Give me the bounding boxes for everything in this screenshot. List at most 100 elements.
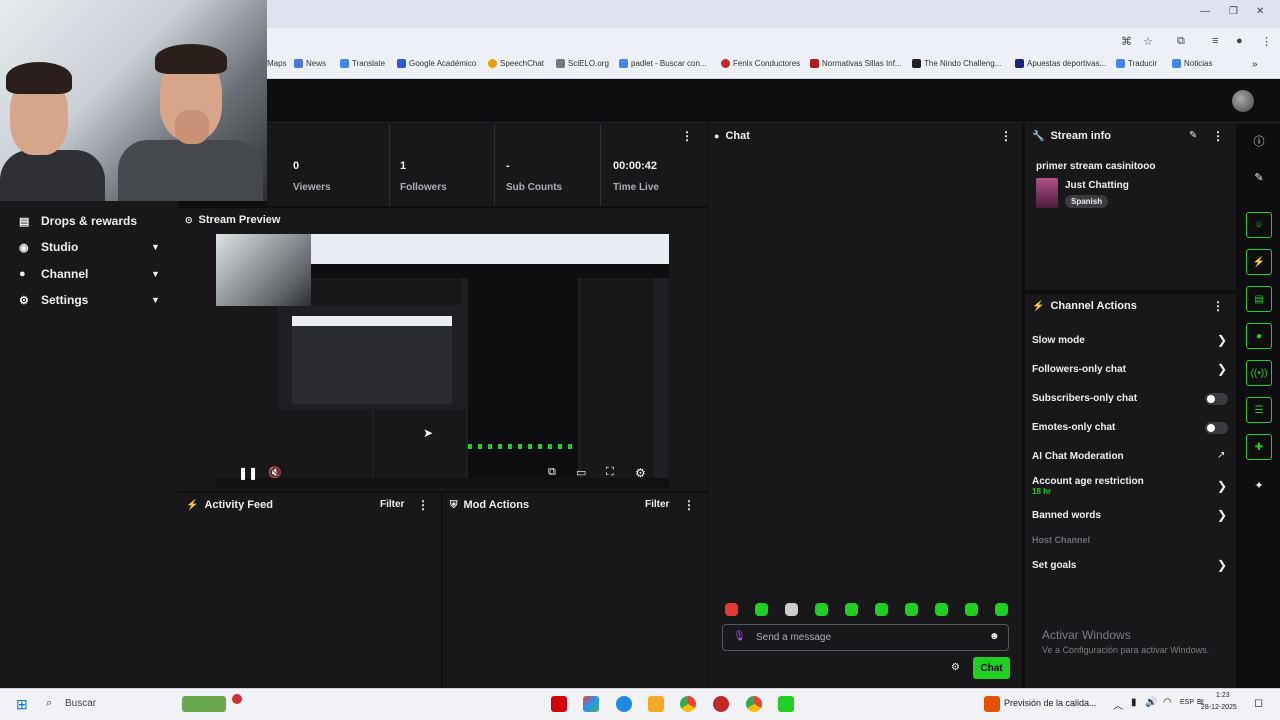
- activity-filter-button[interactable]: Filter: [380, 499, 404, 510]
- add-action-icon[interactable]: ✦: [1246, 472, 1272, 498]
- file-explorer-icon[interactable]: [648, 696, 664, 712]
- subscribers-only-toggle[interactable]: [1205, 393, 1228, 405]
- bookmark-item[interactable]: SciELO.org: [556, 59, 609, 68]
- weather-widget-icon[interactable]: [984, 696, 1000, 712]
- chat-emote-icon[interactable]: [995, 603, 1008, 616]
- mute-icon[interactable]: 🔇: [268, 466, 282, 479]
- chat-emote-icon[interactable]: [875, 603, 888, 616]
- volume-icon[interactable]: 🔊: [1145, 697, 1157, 708]
- bookmark-item[interactable]: Google Académico: [397, 59, 476, 68]
- mod-filter-button[interactable]: Filter: [645, 499, 669, 510]
- chevron-right-icon[interactable]: ❯: [1217, 362, 1227, 376]
- notification-icon[interactable]: ◻: [1254, 696, 1263, 709]
- chat-emote-icon[interactable]: [965, 603, 978, 616]
- copilot-icon[interactable]: [583, 696, 599, 712]
- app-icon-red[interactable]: [713, 696, 729, 712]
- nav-drops-rewards[interactable]: ▤ Drops & rewards: [0, 208, 178, 234]
- stats-menu-icon[interactable]: ⋮: [681, 129, 693, 143]
- taskbar-search[interactable]: Buscar: [65, 698, 96, 709]
- network-icon[interactable]: ◠: [1163, 697, 1172, 708]
- account-age-label[interactable]: Account age restriction: [1032, 476, 1144, 487]
- followers-only-label[interactable]: Followers-only chat: [1032, 364, 1126, 375]
- mod-menu-icon[interactable]: ⋮: [683, 498, 695, 512]
- emotes-only-toggle[interactable]: [1205, 422, 1228, 434]
- extensions-icon[interactable]: ⧉: [1177, 35, 1185, 48]
- quick-action-chat-icon[interactable]: ●: [1246, 323, 1272, 349]
- chat-emote-icon[interactable]: [725, 603, 738, 616]
- minimize-icon[interactable]: —: [1200, 6, 1210, 17]
- bookmark-item[interactable]: News: [294, 59, 326, 68]
- category-name[interactable]: Just Chatting: [1065, 180, 1129, 191]
- chat-menu-icon[interactable]: ⋮: [1000, 129, 1012, 143]
- taskbar-widget-icon[interactable]: [182, 696, 226, 712]
- chat-emote-icon[interactable]: [935, 603, 948, 616]
- windows-start-icon[interactable]: ⊞: [16, 696, 28, 713]
- mic-tray-icon[interactable]: ▮: [1131, 697, 1137, 708]
- close-window-icon[interactable]: ✕: [1256, 6, 1264, 17]
- chevron-right-icon[interactable]: ❯: [1217, 333, 1227, 347]
- bookmark-item[interactable]: Maps: [267, 59, 287, 68]
- user-avatar[interactable]: [1232, 90, 1254, 112]
- ai-moderation-label[interactable]: AI Chat Moderation: [1032, 451, 1124, 462]
- nav-settings[interactable]: ⚙ Settings ▼: [0, 287, 178, 313]
- bookmark-item[interactable]: padlet - Buscar con...: [619, 59, 707, 68]
- kick-icon[interactable]: [778, 696, 794, 712]
- nav-studio[interactable]: ◉ Studio ▼: [0, 234, 178, 260]
- nav-channel[interactable]: ● Channel ▼: [0, 261, 178, 287]
- browser-menu-icon[interactable]: ⋮: [1261, 35, 1272, 48]
- chat-emote-icon[interactable]: [815, 603, 828, 616]
- bookmark-item[interactable]: Noticias: [1172, 59, 1212, 68]
- chrome-icon[interactable]: [680, 696, 696, 712]
- chat-emote-icon[interactable]: [755, 603, 768, 616]
- translate-page-icon[interactable]: ⌘: [1121, 35, 1132, 48]
- stream-info-menu-icon[interactable]: ⋮: [1212, 129, 1224, 143]
- slow-mode-label[interactable]: Slow mode: [1032, 335, 1085, 346]
- tray-chevron-icon[interactable]: ︿: [1113, 697, 1123, 712]
- quick-action-lightning-icon[interactable]: ⚡: [1246, 249, 1272, 275]
- reading-list-icon[interactable]: ≡: [1212, 35, 1218, 47]
- profile-icon[interactable]: ●: [1236, 35, 1243, 47]
- news-widget[interactable]: Previsión de la calida...: [1004, 698, 1097, 708]
- channel-actions-menu-icon[interactable]: ⋮: [1212, 299, 1224, 313]
- pause-icon[interactable]: ❚❚: [238, 466, 258, 480]
- chrome-active-icon[interactable]: [746, 696, 762, 712]
- chevron-right-icon[interactable]: ❯: [1217, 558, 1227, 572]
- microphone-icon[interactable]: 🎙: [733, 631, 746, 642]
- chevron-right-icon[interactable]: ❯: [1217, 479, 1227, 493]
- bookmark-item[interactable]: Apuestas deportivas...: [1015, 59, 1106, 68]
- info-icon[interactable]: ⓘ: [1246, 128, 1272, 154]
- quick-action-stack-icon[interactable]: ☰: [1246, 397, 1272, 423]
- activity-menu-icon[interactable]: ⋮: [417, 498, 429, 512]
- bookmark-item[interactable]: SpeechChat: [488, 59, 544, 68]
- edit-stream-info-icon[interactable]: ✎: [1189, 130, 1197, 141]
- pip-icon[interactable]: ⧉: [548, 466, 556, 479]
- quick-action-screenshot-icon[interactable]: ⌾: [1246, 212, 1272, 238]
- player-settings-icon[interactable]: ⚙: [635, 466, 646, 480]
- chat-emote-icon[interactable]: [785, 603, 798, 616]
- chevron-right-icon[interactable]: ❯: [1217, 508, 1227, 522]
- more-bookmarks-icon[interactable]: »: [1252, 59, 1258, 70]
- clock-time[interactable]: 1:23: [1216, 692, 1230, 699]
- fullscreen-icon[interactable]: ⛶: [606, 466, 614, 479]
- bookmark-item[interactable]: Fenix Conductores: [721, 59, 800, 68]
- bookmark-item[interactable]: Normativas Sillas Inf...: [810, 59, 902, 68]
- bookmark-item[interactable]: Traducir: [1116, 59, 1157, 68]
- theatre-icon[interactable]: ▭: [576, 466, 586, 479]
- bookmark-item[interactable]: The Nindo Challeng...: [912, 59, 1001, 68]
- emote-picker-icon[interactable]: ☻: [989, 631, 1000, 642]
- chat-send-button[interactable]: Chat: [973, 657, 1010, 679]
- quick-action-broadcast-icon[interactable]: ((•)): [1246, 360, 1272, 386]
- clock-date[interactable]: 28-12-2025: [1201, 704, 1237, 711]
- external-link-icon[interactable]: ↗: [1217, 450, 1225, 461]
- bookmark-star-icon[interactable]: ☆: [1143, 35, 1153, 48]
- quick-action-wrench-icon[interactable]: ✚: [1246, 434, 1272, 460]
- pencil-icon[interactable]: ✎: [1246, 164, 1272, 190]
- category-box-art[interactable]: [1036, 178, 1058, 208]
- wifi-icon[interactable]: ≋: [1196, 697, 1204, 708]
- banned-words-label[interactable]: Banned words: [1032, 510, 1101, 521]
- language-indicator[interactable]: ESP: [1180, 699, 1194, 706]
- set-goals-label[interactable]: Set goals: [1032, 560, 1076, 571]
- edge-icon[interactable]: [616, 696, 632, 712]
- chat-emote-icon[interactable]: [905, 603, 918, 616]
- chat-message-input[interactable]: 🎙 Send a message ☻: [722, 624, 1009, 651]
